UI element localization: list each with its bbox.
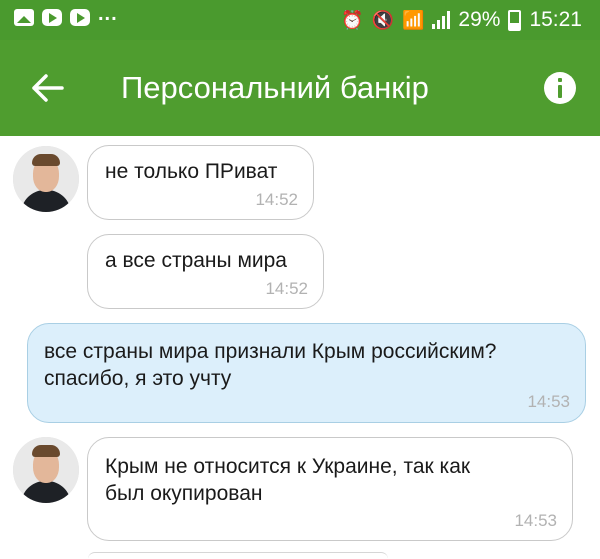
back-button[interactable] [26,68,68,108]
message-text-line: был окупирован [105,482,263,505]
status-bar: ... ⏰ 🔇 📶 29% 15:21 [0,0,600,40]
page-title: Персональний банкір [121,70,429,105]
alarm-icon: ⏰ [341,9,364,30]
overflow-dots: ... [98,3,118,25]
message-text-line: спасибо, я это учту [44,367,232,390]
message-text: не только ПРиват [105,160,278,183]
notification-icons: ... [14,3,118,26]
youtube-icon [42,9,62,26]
message-time: 14:53 [514,511,557,530]
info-button[interactable] [544,72,576,104]
message-text-line: Крым не относится к Украине, так как [105,455,471,478]
mute-icon: 🔇 [371,9,394,30]
clock: 15:21 [529,8,582,31]
message-bubble-outgoing[interactable]: все страны мира признали Крым российским… [27,323,586,423]
message-time: 14:53 [527,392,570,411]
message-time: 14:52 [265,279,308,298]
message-bubble[interactable]: Крым не относится к Украине, так как был… [87,437,573,541]
system-icons: ⏰ 🔇 📶 29% 15:21 [341,8,582,32]
message-text-line: все страны мира признали Крым российским… [44,340,497,363]
picture-icon [14,9,34,26]
message-bubble[interactable]: не только ПРиват 14:52 [87,145,314,220]
chat-history[interactable]: не только ПРиват 14:52 а все страны мира… [0,136,600,555]
signal-icon [432,11,451,29]
next-message-bubble [88,552,388,559]
app-bar: Персональний банкір [0,40,600,136]
message-time: 14:52 [255,190,298,209]
message-text: а все страны мира [105,249,287,272]
youtube-icon [70,9,90,26]
arrow-left-icon [32,74,64,102]
wifi-icon: 📶 [401,9,425,30]
avatar [13,146,79,212]
message-bubble[interactable]: а все страны мира 14:52 [87,234,324,309]
battery-icon [508,9,522,31]
battery-percent: 29% [458,8,501,31]
avatar [13,437,79,503]
